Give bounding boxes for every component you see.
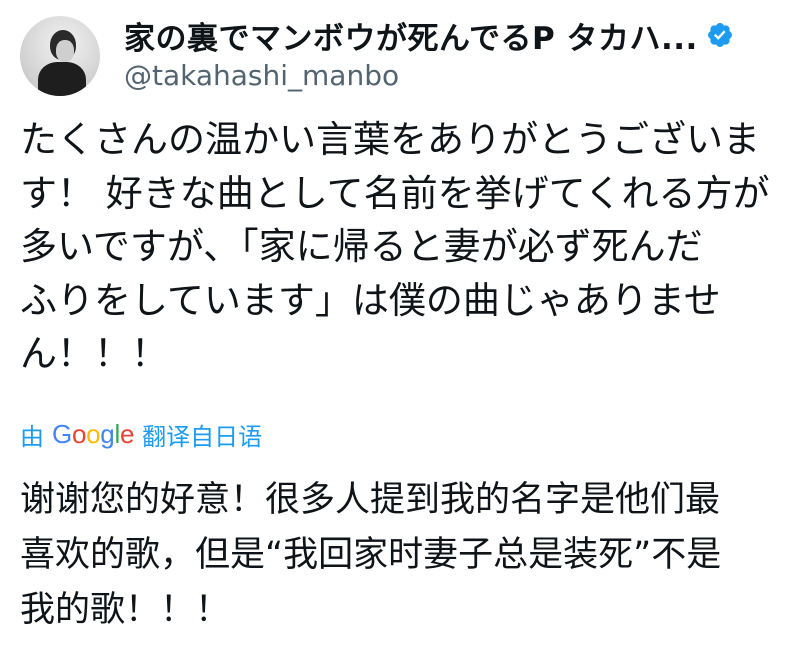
google-logo-letter: g — [100, 418, 115, 449]
google-logo-letter: o — [86, 418, 101, 449]
tweet-line: 多いですが、「家に帰ると妻が必ず死んだ — [20, 225, 703, 268]
translated-body: 谢谢您的好意！很多人提到我的名字是他们最 喜欢的歌，但是“我回家时妻子总是装死”… — [20, 473, 800, 638]
tweet-line: たくさんの温かい言葉をありがとうございま — [20, 118, 760, 161]
google-logo: Google — [52, 419, 134, 450]
avatar-body — [38, 62, 86, 96]
translated-line: 喜欢的歌，但是“我回家时妻子总是装死”不是 — [20, 535, 722, 575]
username-handle[interactable]: @takahashi_manbo — [124, 58, 800, 94]
author-info: 家の裏でマンボウが死んでるP タカハ... @takahashi_manbo — [124, 14, 800, 94]
display-name[interactable]: 家の裏でマンボウが死んでるP タカハ... — [124, 14, 698, 57]
tweet-body: たくさんの温かい言葉をありがとうございま す！ 好きな曲として名前を挙げてくれる… — [20, 113, 800, 381]
translated-by-label: 由 — [20, 422, 44, 451]
tweet-header: 家の裏でマンボウが死んでるP タカハ... @takahashi_manbo — [20, 14, 800, 100]
avatar-face — [56, 40, 74, 62]
google-logo-letter: G — [52, 418, 72, 449]
google-logo-letter: o — [71, 418, 87, 449]
translated-line: 我的歌！！！ — [20, 590, 231, 630]
translated-from-label: 翻译自日语 — [142, 422, 263, 451]
tweet-line: ふりをしています」は僕の曲じゃありませ — [20, 278, 721, 322]
verified-badge-icon — [707, 23, 732, 47]
google-logo-letter: e — [119, 418, 135, 449]
tweet-line: す！ 好きな曲として名前を挙げてくれる方が — [20, 171, 770, 215]
translated-line: 谢谢您的好意！很多人提到我的名字是他们最 — [20, 480, 721, 520]
tweet-line: ん！！！ — [20, 332, 168, 375]
display-name-row[interactable]: 家の裏でマンボウが死んでるP タカハ... — [124, 14, 800, 56]
translate-link[interactable]: 由 Google 翻译自日语 — [20, 416, 262, 452]
avatar[interactable] — [20, 16, 100, 96]
